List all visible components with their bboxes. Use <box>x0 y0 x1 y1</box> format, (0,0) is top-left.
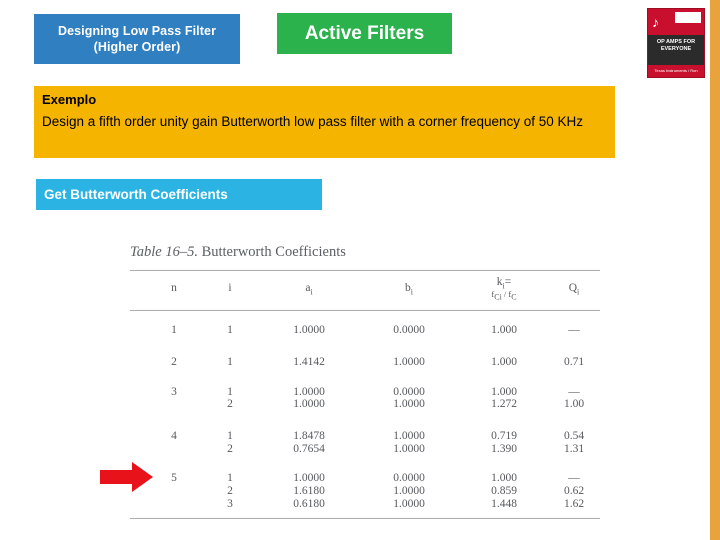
table-rule-top <box>130 270 600 271</box>
slide-title-line1: Designing Low Pass Filter <box>57 24 217 38</box>
table-cell-b: 0.0000 <box>393 386 425 398</box>
book-cover-footer: Texas Instruments / Ron Mancini <box>648 65 704 77</box>
table-cell-q: 0.71 <box>563 356 585 368</box>
red-arrow-pointer-icon <box>100 462 154 492</box>
table-cell-k: 1.448 <box>491 498 517 510</box>
table-cell-q: 1.62 <box>563 498 585 510</box>
example-callout: Exemplo Design a fifth order unity gain … <box>34 86 615 158</box>
table-cell-b: 1.0000 <box>393 356 425 368</box>
table-cell-i: 2 <box>227 485 233 497</box>
table-cell-k: 0.719 <box>491 430 517 442</box>
table-rule-bottom <box>130 518 600 519</box>
table-cell-a: 1.8478 <box>293 430 325 442</box>
header-b-subscript: i <box>410 287 413 297</box>
table-cell-q: 1.00 <box>563 398 585 410</box>
header-q-subscript: i <box>577 287 580 297</box>
header-k-equals: = <box>504 276 512 288</box>
right-accent-bar <box>710 0 720 540</box>
table-rule-header <box>130 310 600 311</box>
table-cell-a: 1.6180 <box>293 485 325 497</box>
table-cell-i: 1 <box>227 430 233 442</box>
header-b: bi <box>389 282 429 296</box>
table-cell-b: 1.0000 <box>393 485 425 497</box>
table-cell-q: — <box>568 386 580 398</box>
book-cover-title: OP AMPS FOR EVERYONE <box>648 35 704 65</box>
table-cell-a: 1.0000 <box>293 472 325 484</box>
table-cell-q: 1.31 <box>563 443 585 455</box>
table-cell-n: 5 <box>171 472 177 484</box>
header-n: n <box>171 282 177 294</box>
header-a: ai <box>289 282 329 296</box>
section-header-chip: Active Filters <box>277 13 452 54</box>
red-arrow-shaft <box>100 470 133 484</box>
table-cell-n: 2 <box>171 356 177 368</box>
table-cell-k: 1.000 <box>491 324 517 336</box>
table-cell-q: — <box>568 324 580 336</box>
music-note-icon: ♪ <box>652 14 659 30</box>
header-k-slash: / <box>503 289 507 299</box>
table-cell-i: 2 <box>227 443 233 455</box>
table-cell-n: 3 <box>171 386 177 398</box>
get-butterworth-coefficients-label: Get Butterworth Coefficients <box>44 187 228 202</box>
table-cell-a: 1.0000 <box>293 386 325 398</box>
table-cell-q: — <box>568 472 580 484</box>
get-butterworth-coefficients-bar[interactable]: Get Butterworth Coefficients <box>36 179 322 210</box>
table-cell-n: 4 <box>171 430 177 442</box>
table-cell-a: 0.6180 <box>293 498 325 510</box>
table-cell-a: 1.4142 <box>293 356 325 368</box>
table-cell-k: 1.000 <box>491 386 517 398</box>
example-body-text: Design a fifth order unity gain Butterwo… <box>42 114 584 129</box>
table-cell-b: 1.0000 <box>393 398 425 410</box>
table-cell-i: 1 <box>227 472 233 484</box>
table-cell-i: 2 <box>227 398 233 410</box>
table-cell-i: 1 <box>227 324 233 336</box>
header-q-symbol: Q <box>568 282 578 294</box>
table-cell-a: 1.0000 <box>293 324 325 336</box>
table-cell-b: 0.0000 <box>393 472 425 484</box>
header-i: i <box>228 282 232 294</box>
table-cell-k: 1.390 <box>491 443 517 455</box>
example-label: Exemplo <box>42 92 97 107</box>
table-cell-i: 1 <box>227 356 233 368</box>
table-cell-b: 0.0000 <box>393 324 425 336</box>
header-k-fraction: fCi / fC <box>474 289 534 303</box>
table-cell-k: 1.000 <box>491 472 517 484</box>
table-cell-n: 1 <box>171 324 177 336</box>
table-cell-b: 1.0000 <box>393 498 425 510</box>
table-cell-q: 0.62 <box>563 485 585 497</box>
table-cell-a: 1.0000 <box>293 398 325 410</box>
book-cover-thumbnail: ♪ OP AMPS FOR EVERYONE Texas Instruments… <box>647 8 705 78</box>
slide-canvas: Designing Low Pass Filter (Higher Order)… <box>0 0 720 540</box>
table-caption-number: Table 16–5. <box>130 244 198 260</box>
table-cell-i: 1 <box>227 386 233 398</box>
header-k-numerator-subscript: Ci <box>494 292 502 302</box>
table-cell-k: 1.272 <box>491 398 517 410</box>
table-cell-k: 0.859 <box>491 485 517 497</box>
table-cell-b: 1.0000 <box>393 443 425 455</box>
slide-title-line2: (Higher Order) <box>93 40 181 54</box>
table-cell-q: 0.54 <box>563 430 585 442</box>
header-k-denominator-subscript: C <box>511 292 517 302</box>
red-arrow-head <box>132 462 153 492</box>
table-cell-a: 0.7654 <box>293 443 325 455</box>
table-cell-k: 1.000 <box>491 356 517 368</box>
book-cover-white-box <box>675 12 701 23</box>
header-Q: Qi <box>554 282 594 296</box>
table-caption-text: Butterworth Coefficients <box>201 244 346 260</box>
header-a-subscript: i <box>310 287 313 297</box>
table-cell-i: 3 <box>227 498 233 510</box>
table-caption: Table 16–5. Butterworth Coefficients <box>130 244 346 261</box>
slide-title-chip: Designing Low Pass Filter (Higher Order) <box>34 14 240 64</box>
table-cell-b: 1.0000 <box>393 430 425 442</box>
section-header-label: Active Filters <box>304 22 425 44</box>
